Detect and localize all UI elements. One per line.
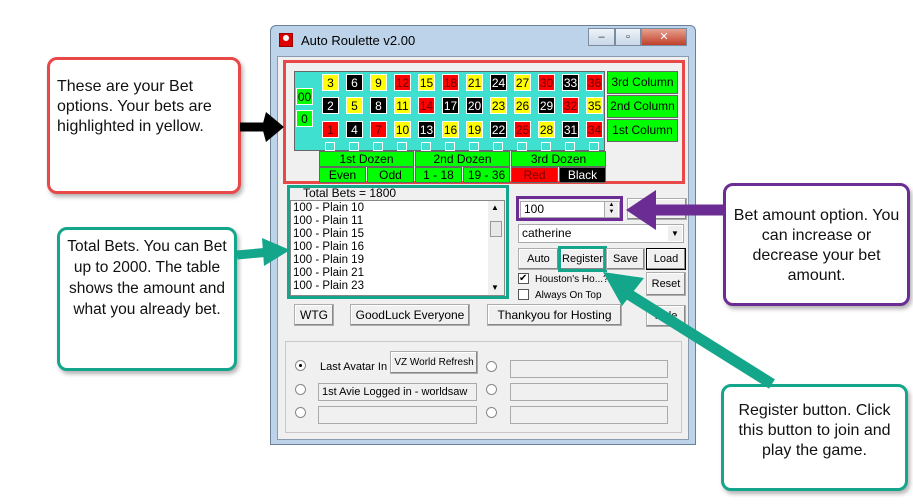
outside-bet-black[interactable]: Black: [559, 167, 606, 183]
outside-bet-19-36[interactable]: 19 - 36: [463, 167, 510, 183]
dozen-bet-1[interactable]: 1st Dozen: [319, 151, 414, 167]
column-bet-1[interactable]: 1st Column: [607, 119, 678, 142]
outside-bet-1-18[interactable]: 1 - 18: [415, 167, 462, 183]
column-bet-2[interactable]: 2nd Column: [607, 95, 678, 118]
dozen-bet-3[interactable]: 3rd Dozen: [511, 151, 606, 167]
purple-arrow-icon: [626, 190, 723, 230]
arrows-layer: [236, 112, 775, 389]
column-bet-3[interactable]: 3rd Column: [607, 71, 678, 94]
dozen-bet-2[interactable]: 2nd Dozen: [415, 151, 510, 167]
black-arrow-icon: [240, 112, 284, 142]
teal-arrow-icon: [236, 238, 290, 266]
outside-bet-even[interactable]: Even: [319, 167, 366, 183]
register-arrow-icon: [603, 272, 775, 389]
outside-bet-odd[interactable]: Odd: [367, 167, 414, 183]
outside-bet-red[interactable]: Red: [511, 167, 558, 183]
